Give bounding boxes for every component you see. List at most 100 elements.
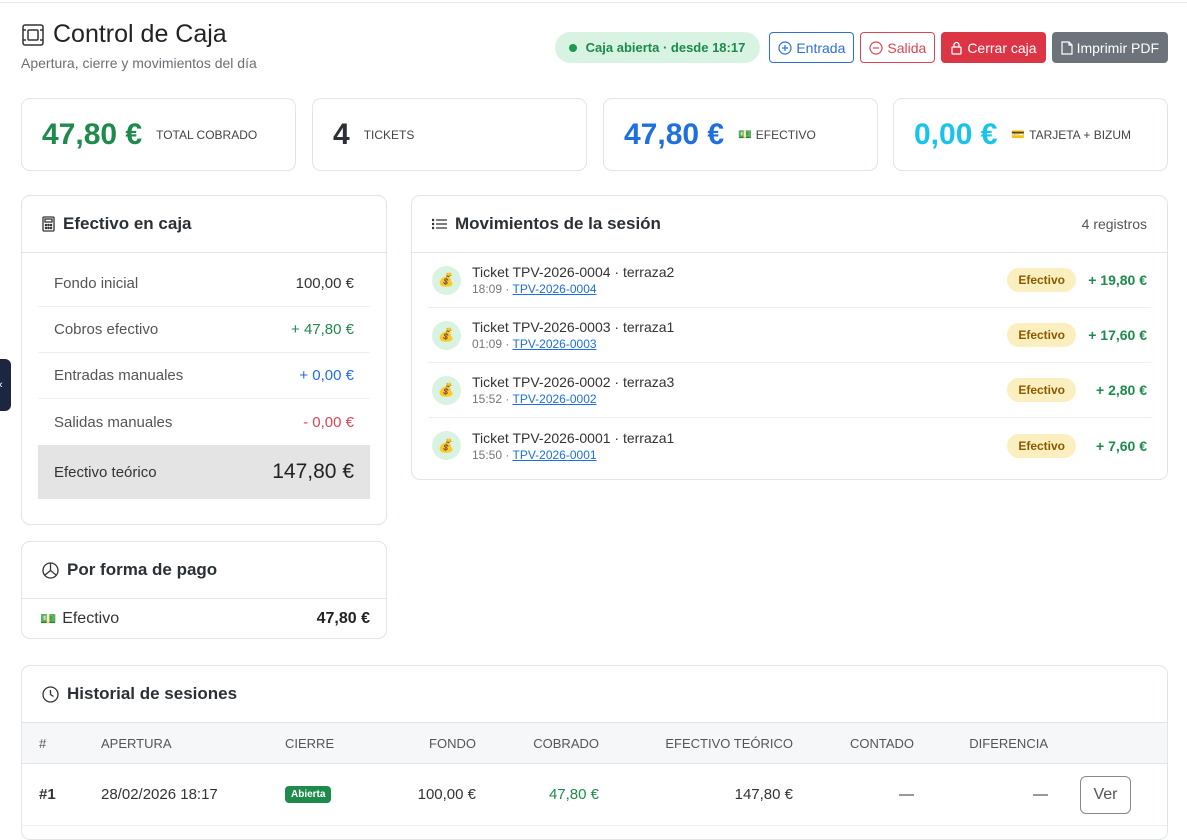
session-fund: 100,00 € bbox=[417, 786, 476, 803]
movement-time: 01:09 · bbox=[472, 337, 513, 351]
cash-panel-title: Efectivo en caja bbox=[63, 214, 192, 233]
movement-item: 💰 Ticket TPV-2026-0003 · terraza1 01:09 … bbox=[428, 308, 1151, 363]
ticket-link[interactable]: TPV-2026-0003 bbox=[512, 337, 596, 351]
money-bag-icon: 💰 bbox=[432, 265, 461, 295]
session-history-title: Historial de sesiones bbox=[67, 684, 238, 703]
stat-label: TARJETA + BIZUM bbox=[1029, 127, 1132, 142]
movement-amount: + 17,60 € bbox=[1088, 327, 1147, 343]
page-title: Control de Caja bbox=[53, 20, 227, 48]
lock-icon bbox=[951, 41, 962, 55]
session-collected: 47,80 € bbox=[548, 786, 599, 803]
column-header: CIERRE bbox=[285, 735, 335, 751]
list-icon bbox=[432, 218, 447, 230]
plus-circle-icon bbox=[778, 40, 792, 55]
stat-label: EFECTIVO bbox=[755, 127, 816, 142]
movements-title: Movimientos de la sesión bbox=[455, 214, 661, 233]
status-text: Caja abierta · desde 18:17 bbox=[585, 40, 746, 55]
status-badge: Abierta bbox=[285, 786, 332, 803]
session-theoretical: 147,80 € bbox=[734, 786, 793, 803]
payment-row: 💵 Efectivo 47,80 € bbox=[22, 599, 386, 638]
chevron-left-icon: ‹ bbox=[0, 379, 3, 391]
cash-row-value: 100,00 € bbox=[295, 275, 354, 292]
page-subtitle: Apertura, cierre y movimientos del día bbox=[21, 55, 257, 71]
top-divider bbox=[0, 2, 1187, 3]
cerrar-caja-label: Cerrar caja bbox=[967, 39, 1037, 56]
movement-title: Ticket TPV-2026-0004 · terraza2 bbox=[472, 264, 675, 280]
movement-item: 💰 Ticket TPV-2026-0004 · terraza2 18:09 … bbox=[428, 253, 1151, 308]
imprimir-pdf-label: Imprimir PDF bbox=[1076, 39, 1159, 56]
stat-card-tarjeta: 0,00 € 💳 TARJETA + BIZUM bbox=[893, 98, 1168, 171]
stat-value: 4 bbox=[333, 117, 350, 151]
cash-row-cobros: Cobros efectivo + 47,80 € bbox=[38, 307, 370, 353]
movement-title: Ticket TPV-2026-0001 · terraza1 bbox=[472, 429, 675, 446]
money-bag-icon: 💰 bbox=[432, 375, 461, 405]
stat-value: 47,80 € bbox=[624, 117, 725, 151]
entrada-button[interactable]: Entrada bbox=[769, 32, 855, 63]
cash-row-salidas: Salidas manuales - 0,00 € bbox=[38, 399, 370, 445]
cash-row-label: Cobros efectivo bbox=[54, 321, 159, 338]
table-header: # APERTURA CIERRE FONDO COBRADO EFECTIVO… bbox=[22, 723, 1167, 764]
stat-card-tickets: 4 TICKETS bbox=[312, 98, 587, 171]
cash-row-entradas: Entradas manuales + 0,00 € bbox=[38, 353, 370, 399]
column-header: CONTADO bbox=[849, 735, 914, 751]
view-session-button[interactable]: Ver bbox=[1080, 775, 1131, 814]
cerrar-caja-button[interactable]: Cerrar caja bbox=[941, 32, 1046, 63]
session-number: #1 bbox=[39, 786, 56, 803]
movement-amount: + 2,80 € bbox=[1096, 382, 1147, 398]
clock-icon bbox=[42, 685, 59, 703]
movement-time: 18:09 · bbox=[472, 282, 513, 296]
salida-label: Salida bbox=[887, 39, 927, 56]
payment-badge: Efectivo bbox=[1007, 378, 1076, 402]
movement-time: 15:50 · bbox=[472, 447, 513, 462]
movements-panel: Movimientos de la sesión 4 registros 💰 T… bbox=[411, 195, 1168, 480]
stat-card-total: 47,80 € TOTAL COBRADO bbox=[21, 98, 296, 171]
cash-total: Efectivo teórico 147,80 € bbox=[38, 445, 370, 499]
table-row: #1 28/02/2026 18:17 Abierta 100,00 € 47,… bbox=[22, 764, 1167, 826]
pdf-file-icon bbox=[1060, 40, 1073, 55]
minus-circle-icon bbox=[869, 40, 883, 55]
payment-badge: Efectivo bbox=[1007, 268, 1076, 292]
stat-label: TICKETS bbox=[363, 127, 415, 142]
pie-chart-icon bbox=[42, 561, 59, 579]
movement-amount: + 7,60 € bbox=[1096, 437, 1147, 454]
banknote-icon: 💵 bbox=[40, 611, 57, 626]
movement-amount: + 19,80 € bbox=[1088, 272, 1147, 288]
cash-row-value: - 0,00 € bbox=[303, 413, 354, 431]
cash-row-value: + 0,00 € bbox=[299, 367, 354, 384]
cash-register-icon bbox=[22, 23, 44, 46]
cash-panel: Efectivo en caja Fondo inicial 100,00 € … bbox=[21, 195, 387, 525]
movement-item: 💰 Ticket TPV-2026-0002 · terraza3 15:52 … bbox=[428, 363, 1151, 418]
credit-card-icon: 💳 bbox=[1011, 129, 1026, 141]
stat-value: 0,00 € bbox=[914, 117, 998, 151]
column-header: APERTURA bbox=[101, 735, 172, 751]
movement-item: 💰 Ticket TPV-2026-0001 · terraza1 15:50 … bbox=[428, 418, 1151, 473]
movement-title: Ticket TPV-2026-0003 · terraza1 bbox=[472, 319, 675, 335]
column-header: EFECTIVO TEÓRICO bbox=[665, 735, 793, 751]
cash-total-label: Efectivo teórico bbox=[54, 463, 157, 481]
stat-card-efectivo: 47,80 € 💵 EFECTIVO bbox=[603, 98, 878, 171]
calculator-icon bbox=[42, 216, 55, 232]
payment-badge: Efectivo bbox=[1007, 433, 1076, 458]
cash-row-value: + 47,80 € bbox=[291, 321, 354, 338]
sidebar-toggle[interactable]: ‹ bbox=[0, 359, 11, 411]
column-header: FONDO bbox=[429, 735, 476, 751]
column-header: DIFERENCIA bbox=[969, 735, 1048, 751]
header-actions: Caja abierta · desde 18:17 Entrada Salid… bbox=[554, 32, 1168, 63]
payment-method-label: Efectivo bbox=[62, 610, 120, 627]
money-bag-icon: 💰 bbox=[432, 320, 461, 350]
cash-row-fondo: Fondo inicial 100,00 € bbox=[38, 261, 370, 307]
ticket-link[interactable]: TPV-2026-0002 bbox=[512, 392, 596, 406]
column-header: # bbox=[39, 735, 47, 751]
column-header: COBRADO bbox=[533, 735, 599, 751]
ticket-link[interactable]: TPV-2026-0004 bbox=[512, 282, 596, 296]
payment-methods-panel: Por forma de pago 💵 Efectivo 47,80 € bbox=[21, 541, 387, 639]
cash-total-value: 147,80 € bbox=[272, 460, 354, 483]
stat-value: 47,80 € bbox=[42, 117, 143, 151]
movements-count: 4 registros bbox=[1081, 216, 1147, 232]
salida-button[interactable]: Salida bbox=[860, 32, 936, 63]
page-header: Control de Caja Apertura, cierre y movim… bbox=[21, 20, 1168, 76]
imprimir-pdf-button[interactable]: Imprimir PDF bbox=[1051, 32, 1168, 63]
money-bag-icon: 💰 bbox=[432, 431, 461, 460]
payment-method-value: 47,80 € bbox=[316, 610, 370, 627]
ticket-link[interactable]: TPV-2026-0001 bbox=[512, 448, 596, 462]
